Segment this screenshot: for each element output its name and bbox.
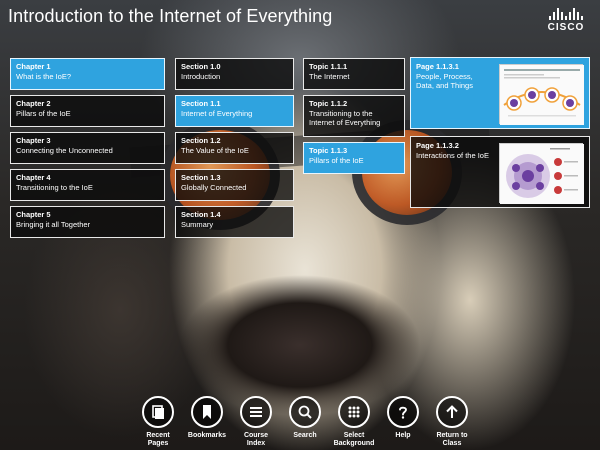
chapter-card-4[interactable]: Chapter 4 Transitioning to the IoE	[10, 169, 165, 201]
section-heading: Section 1.4	[181, 210, 221, 219]
chapter-card-2[interactable]: Chapter 2 Pillars of the IoE	[10, 95, 165, 127]
bottom-toolbar: Recent Pages Bookmarks Course Index Sear…	[140, 396, 470, 448]
chapter-label: Pillars of the IoE	[16, 109, 71, 118]
section-label: Introduction	[181, 72, 221, 81]
section-label: The Value of the IoE	[181, 146, 249, 155]
cisco-logo: CISCO	[544, 8, 588, 33]
section-label: Globally Connected	[181, 183, 247, 192]
section-heading: Section 1.1	[181, 99, 221, 108]
chapter-heading: Chapter 4	[16, 173, 51, 182]
question-mark-icon	[399, 406, 407, 419]
chapter-list: Chapter 1 What is the IoE? Chapter 2 Pil…	[10, 58, 165, 238]
interactions-thumbnail-icon	[500, 144, 584, 204]
page-title: Introduction to the Internet of Everythi…	[8, 6, 333, 26]
section-card-1-2[interactable]: Section 1.2 The Value of the IoE	[175, 132, 294, 164]
section-heading: Section 1.0	[181, 62, 221, 71]
chapter-label: Connecting the Unconnected	[16, 146, 113, 155]
page-label: Interactions of the IoE	[416, 151, 489, 160]
topic-label: Pillars of the IoE	[309, 156, 364, 165]
select-background-button[interactable]: Select Background	[334, 396, 374, 448]
page-thumbnail	[499, 143, 584, 204]
section-card-1-3[interactable]: Section 1.3 Globally Connected	[175, 169, 294, 201]
search-icon	[298, 405, 312, 419]
search-label: Search	[293, 432, 317, 439]
section-label: Summary	[181, 220, 214, 229]
grid-dots-icon	[348, 406, 360, 418]
topic-heading: Topic 1.1.3	[309, 146, 348, 155]
return-to-class-label: Return to Class	[436, 432, 468, 447]
course-index-button[interactable]: Course Index	[238, 396, 274, 448]
section-list: Section 1.0 Introduction Section 1.1 Int…	[175, 58, 294, 238]
page-card-1-1-3-1[interactable]: Page 1.1.3.1 People, Process, Data, and …	[410, 57, 590, 129]
bookmark-icon	[203, 405, 211, 419]
pillars-thumbnail-icon	[500, 65, 584, 125]
help-label: Help	[395, 432, 411, 439]
topic-card-1-1-2[interactable]: Topic 1.1.2 Transitioning to the Interne…	[303, 95, 405, 137]
topic-heading: Topic 1.1.2	[309, 99, 348, 108]
chapter-label: Bringing it all Together	[16, 220, 91, 229]
page-heading: Page 1.1.3.1	[416, 62, 459, 71]
section-heading: Section 1.2	[181, 136, 221, 145]
chapter-heading: Chapter 2	[16, 99, 51, 108]
page-heading: Page 1.1.3.2	[416, 141, 459, 150]
chapter-label: Transitioning to the IoE	[16, 183, 93, 192]
section-card-1-0[interactable]: Section 1.0 Introduction	[175, 58, 294, 90]
topic-heading: Topic 1.1.1	[309, 62, 348, 71]
topic-list: Topic 1.1.1 The Internet Topic 1.1.2 Tra…	[303, 58, 405, 174]
chapter-heading: Chapter 5	[16, 210, 51, 219]
chapter-label: What is the IoE?	[16, 72, 72, 81]
topic-card-1-1-3[interactable]: Topic 1.1.3 Pillars of the IoE	[303, 142, 405, 174]
page-card-1-1-3-2[interactable]: Page 1.1.3.2 Interactions of the IoE	[410, 136, 590, 208]
chapter-card-3[interactable]: Chapter 3 Connecting the Unconnected	[10, 132, 165, 164]
chapter-card-5[interactable]: Chapter 5 Bringing it all Together	[10, 206, 165, 238]
page-thumbnail	[499, 64, 584, 125]
arrow-up-icon	[446, 405, 458, 418]
recent-pages-button[interactable]: Recent Pages	[140, 396, 176, 448]
recent-pages-label: Recent Pages	[146, 432, 170, 447]
section-label: Internet of Everything	[181, 109, 253, 118]
recent-pages-icon	[152, 405, 164, 419]
bookmarks-button[interactable]: Bookmarks	[188, 396, 226, 448]
section-card-1-4[interactable]: Section 1.4 Summary	[175, 206, 294, 238]
page-label: People, Process, Data, and Things	[416, 72, 473, 90]
bookmarks-label: Bookmarks	[187, 432, 227, 439]
return-to-class-button[interactable]: Return to Class	[434, 396, 470, 448]
help-button[interactable]: Help	[385, 396, 421, 448]
search-button[interactable]: Search	[287, 396, 323, 448]
select-background-label: Select Background	[333, 432, 375, 447]
section-heading: Section 1.3	[181, 173, 221, 182]
topic-card-1-1-1[interactable]: Topic 1.1.1 The Internet	[303, 58, 405, 90]
section-card-1-1[interactable]: Section 1.1 Internet of Everything	[175, 95, 294, 127]
course-index-label: Course Index	[243, 432, 269, 447]
cisco-bars-icon	[544, 8, 588, 20]
cisco-wordmark: CISCO	[547, 22, 585, 33]
chapter-heading: Chapter 3	[16, 136, 51, 145]
chapter-heading: Chapter 1	[16, 62, 51, 71]
topic-label: Transitioning to the Internet of Everyth…	[309, 109, 381, 127]
list-icon	[250, 407, 262, 417]
topic-label: The Internet	[309, 72, 350, 81]
chapter-card-1[interactable]: Chapter 1 What is the IoE?	[10, 58, 165, 90]
